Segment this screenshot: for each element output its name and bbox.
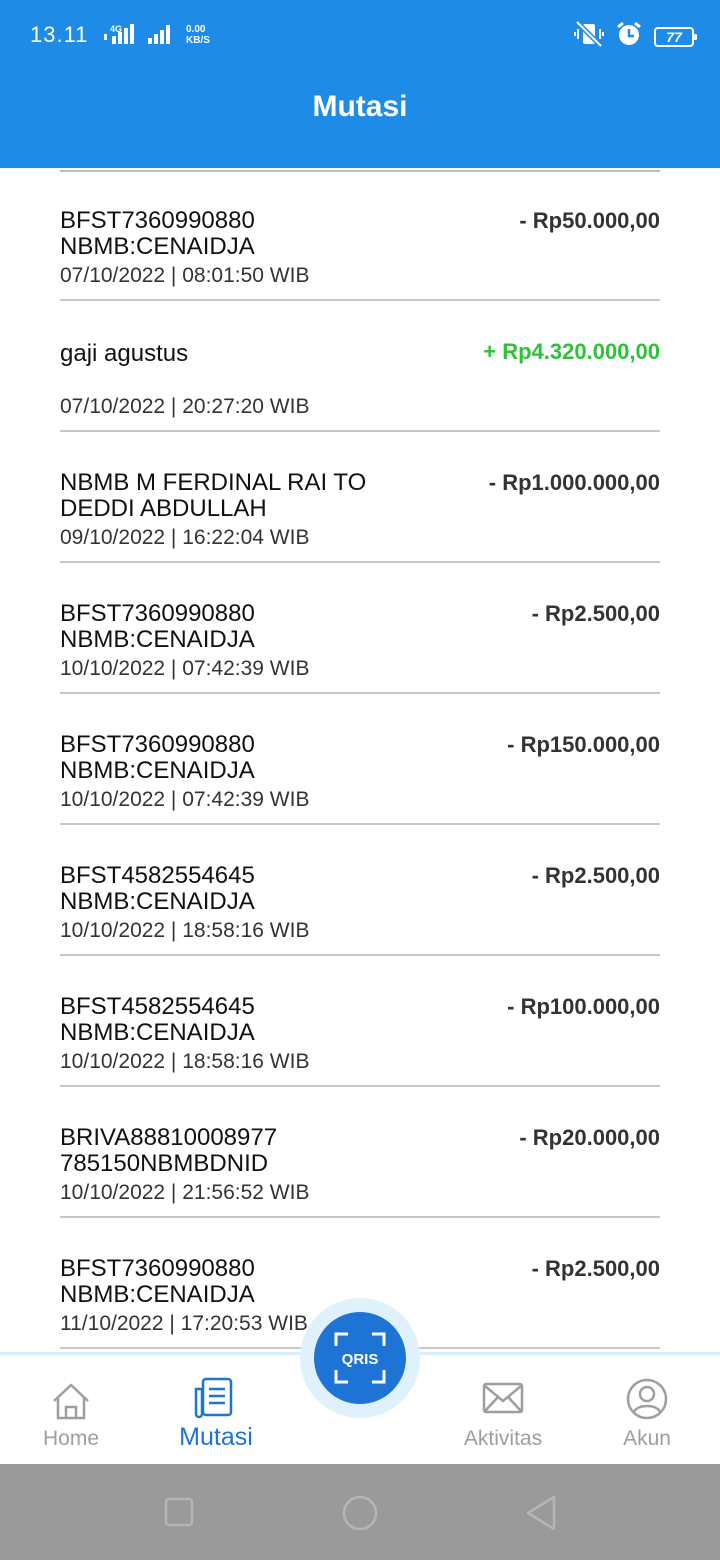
transaction-date: 10/10/2022 | 07:42:39 WIB xyxy=(60,788,310,811)
nav-home[interactable]: Home xyxy=(6,1355,136,1467)
mute-vibrate-icon xyxy=(574,20,604,53)
transaction-row[interactable]: BFST7360990880 NBMB:CENAIDJA 07/10/2022 … xyxy=(60,170,660,301)
transaction-description: gaji agustus xyxy=(60,340,189,367)
transaction-amount: - Rp20.000,00 xyxy=(519,1125,660,1150)
transaction-date: 07/10/2022 | 08:01:50 WIB xyxy=(60,264,310,287)
status-bar: 13.11 4G 0.00 KB/S 77 xyxy=(0,0,720,70)
alarm-icon xyxy=(616,21,642,52)
transaction-description: BFST4582554645 NBMB:CENAIDJA xyxy=(60,862,255,915)
recent-apps-icon[interactable] xyxy=(164,1497,194,1532)
transaction-amount: - Rp100.000,00 xyxy=(507,994,660,1019)
transaction-description: NBMB M FERDINAL RAI TO DEDDI ABDULLAH xyxy=(60,469,367,522)
transaction-row[interactable]: NBMB M FERDINAL RAI TO DEDDI ABDULLAH 09… xyxy=(60,432,660,563)
signal-icon: 4G xyxy=(104,22,178,46)
transaction-description: BFST4582554645 NBMB:CENAIDJA xyxy=(60,993,255,1046)
nav-akun-label: Akun xyxy=(623,1427,671,1450)
transaction-list[interactable]: BFST7360990880 NBMB:CENAIDJA 07/10/2022 … xyxy=(60,168,660,1352)
transaction-row[interactable]: BFST4582554645 NBMB:CENAIDJA 10/10/2022 … xyxy=(60,956,660,1087)
transaction-date: 07/10/2022 | 20:27:20 WIB xyxy=(60,395,310,418)
system-navigation-bar xyxy=(0,1464,720,1560)
transaction-amount: - Rp2.500,00 xyxy=(531,863,660,888)
transaction-date: 10/10/2022 | 21:56:52 WIB xyxy=(60,1181,310,1204)
transaction-amount: - Rp50.000,00 xyxy=(519,208,660,233)
transaction-date: 10/10/2022 | 18:58:16 WIB xyxy=(60,1050,310,1073)
transaction-date: 09/10/2022 | 16:22:04 WIB xyxy=(60,526,310,549)
nav-aktivitas-label: Aktivitas xyxy=(463,1427,543,1450)
back-icon[interactable] xyxy=(524,1494,558,1537)
transaction-description: BFST7360990880 NBMB:CENAIDJA xyxy=(60,207,255,260)
mail-icon xyxy=(482,1381,524,1420)
transaction-description: BFST7360990880 NBMB:CENAIDJA xyxy=(60,600,255,653)
document-list-icon xyxy=(194,1377,238,1424)
status-time: 13.11 xyxy=(30,22,89,47)
qris-scan-icon: QRIS xyxy=(332,1330,388,1391)
transaction-row[interactable]: BFST7360990880 NBMB:CENAIDJA 10/10/2022 … xyxy=(60,563,660,694)
qris-label: QRIS xyxy=(342,1351,379,1368)
nav-home-label: Home xyxy=(42,1427,100,1450)
transaction-amount: - Rp150.000,00 xyxy=(507,732,660,757)
transaction-amount: + Rp4.320.000,00 xyxy=(483,339,660,364)
nav-mutasi-label: Mutasi xyxy=(179,1423,253,1451)
nav-mutasi[interactable]: Mutasi xyxy=(151,1355,281,1467)
network-speed: 0.00 KB/S xyxy=(186,24,210,46)
transaction-description: BFST7360990880 NBMB:CENAIDJA xyxy=(60,731,255,784)
qris-button-halo: QRIS xyxy=(300,1298,420,1418)
transaction-amount: - Rp1.000.000,00 xyxy=(488,470,660,495)
transaction-row[interactable]: BRIVA88810008977 785150NBMBDNID 10/10/20… xyxy=(60,1087,660,1218)
transaction-row[interactable]: BFST7360990880 NBMB:CENAIDJA 10/10/2022 … xyxy=(60,694,660,825)
transaction-amount: - Rp2.500,00 xyxy=(531,601,660,626)
qris-button[interactable]: QRIS xyxy=(314,1312,406,1404)
home-icon xyxy=(50,1381,92,1426)
app-header: 13.11 4G 0.00 KB/S 77 Mutasi xyxy=(0,0,720,168)
page-title: Mutasi xyxy=(312,90,408,123)
transaction-date: 10/10/2022 | 07:42:39 WIB xyxy=(60,657,310,680)
transaction-date: 11/10/2022 | 17:20:53 WIB xyxy=(60,1312,308,1335)
home-circle-icon[interactable] xyxy=(341,1494,379,1537)
nav-aktivitas[interactable]: Aktivitas xyxy=(438,1355,568,1467)
transaction-row[interactable]: BFST4582554645 NBMB:CENAIDJA 10/10/2022 … xyxy=(60,825,660,956)
battery-icon: 77 xyxy=(654,26,697,47)
user-circle-icon xyxy=(625,1377,669,1426)
transaction-row[interactable]: gaji agustus 07/10/2022 | 20:27:20 WIB +… xyxy=(60,301,660,432)
transaction-amount: - Rp2.500,00 xyxy=(531,1256,660,1281)
transaction-description: BRIVA88810008977 785150NBMBDNID xyxy=(60,1124,278,1177)
nav-akun[interactable]: Akun xyxy=(582,1355,712,1467)
transaction-date: 10/10/2022 | 18:58:16 WIB xyxy=(60,919,310,942)
